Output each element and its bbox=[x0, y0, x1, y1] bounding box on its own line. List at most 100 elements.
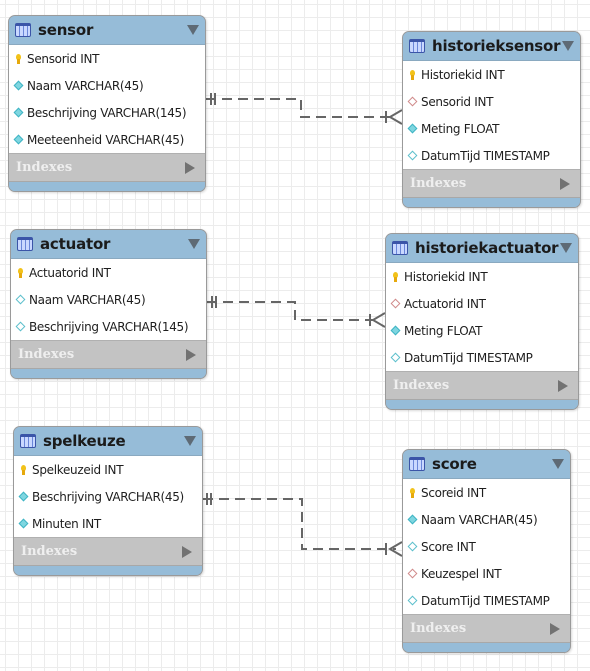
column-label: Meeteenheid VARCHAR(45) bbox=[27, 132, 185, 147]
column-row[interactable]: Score INT bbox=[403, 533, 570, 560]
table-actuator[interactable]: actuator Actuatorid INT Naam VARCHAR(45)… bbox=[10, 229, 207, 379]
nullable-column-icon bbox=[408, 542, 418, 552]
column-label: Score INT bbox=[421, 539, 476, 554]
column-row[interactable]: Beschrijving VARCHAR(45) bbox=[14, 483, 202, 510]
table-header[interactable]: historieksensor bbox=[403, 32, 580, 61]
primary-key-icon bbox=[19, 464, 29, 475]
column-row[interactable]: DatumTijd TIMESTAMP bbox=[403, 587, 570, 614]
column-row[interactable]: Minuten INT bbox=[14, 510, 202, 537]
indexes-section[interactable]: Indexes bbox=[386, 371, 578, 400]
table-icon bbox=[409, 39, 425, 53]
nullable-column-icon bbox=[408, 596, 418, 606]
column-label: DatumTijd TIMESTAMP bbox=[404, 350, 533, 365]
table-name: historiekactuator bbox=[415, 239, 559, 257]
not-null-column-icon bbox=[19, 519, 29, 529]
primary-key-icon bbox=[408, 487, 418, 498]
primary-key-icon bbox=[391, 271, 401, 282]
indexes-label: Indexes bbox=[410, 176, 467, 191]
table-name: actuator bbox=[40, 235, 111, 253]
table-icon bbox=[17, 237, 33, 251]
expand-arrow-icon[interactable] bbox=[186, 348, 196, 361]
relationship-actuator-historiekactuator[interactable] bbox=[207, 296, 386, 328]
column-label: Beschrijving VARCHAR(145) bbox=[29, 319, 189, 334]
collapse-toggle-icon[interactable] bbox=[560, 243, 572, 253]
indexes-section[interactable]: Indexes bbox=[11, 340, 206, 369]
indexes-label: Indexes bbox=[393, 378, 450, 393]
column-list: Sensorid INT Naam VARCHAR(45) Beschrijvi… bbox=[9, 45, 205, 153]
collapse-toggle-icon[interactable] bbox=[184, 436, 196, 446]
not-null-column-icon bbox=[14, 81, 24, 91]
not-null-column-icon bbox=[19, 492, 29, 502]
table-historiekactuator[interactable]: historiekactuator Historiekid INT Actuat… bbox=[385, 233, 579, 410]
column-row[interactable]: Spelkeuzeid INT bbox=[14, 456, 202, 483]
column-label: Keuzespel INT bbox=[421, 566, 502, 581]
column-row[interactable]: Sensorid INT bbox=[9, 45, 205, 72]
table-spelkeuze[interactable]: spelkeuze Spelkeuzeid INT Beschrijving V… bbox=[13, 426, 203, 576]
column-row[interactable]: Historiekid INT bbox=[403, 61, 580, 88]
collapse-toggle-icon[interactable] bbox=[188, 239, 200, 249]
nullable-column-icon bbox=[16, 295, 26, 305]
not-null-column-icon bbox=[14, 108, 24, 118]
not-null-column-icon bbox=[14, 135, 24, 145]
table-header[interactable]: score bbox=[403, 450, 570, 479]
indexes-label: Indexes bbox=[18, 347, 75, 362]
column-row[interactable]: Naam VARCHAR(45) bbox=[9, 72, 205, 99]
column-row[interactable]: Meeteenheid VARCHAR(45) bbox=[9, 126, 205, 153]
expand-arrow-icon[interactable] bbox=[558, 379, 568, 392]
expand-arrow-icon[interactable] bbox=[560, 177, 570, 190]
expand-arrow-icon[interactable] bbox=[182, 545, 192, 558]
table-sensor[interactable]: sensor Sensorid INT Naam VARCHAR(45) Bes… bbox=[8, 15, 206, 192]
column-row[interactable]: Naam VARCHAR(45) bbox=[11, 286, 206, 313]
column-row[interactable]: Meting FLOAT bbox=[386, 317, 578, 344]
indexes-section[interactable]: Indexes bbox=[9, 153, 205, 182]
indexes-label: Indexes bbox=[21, 544, 78, 559]
column-label: Historiekid INT bbox=[421, 67, 505, 82]
column-row[interactable]: Keuzespel INT bbox=[403, 560, 570, 587]
table-footer bbox=[9, 182, 205, 191]
column-list: Historiekid INT Actuatorid INT Meting FL… bbox=[386, 263, 578, 371]
indexes-section[interactable]: Indexes bbox=[14, 537, 202, 566]
column-list: Scoreid INT Naam VARCHAR(45) Score INT K… bbox=[403, 479, 570, 614]
column-list: Spelkeuzeid INT Beschrijving VARCHAR(45)… bbox=[14, 456, 202, 537]
column-label: Meting FLOAT bbox=[404, 323, 483, 338]
column-row[interactable]: DatumTijd TIMESTAMP bbox=[386, 344, 578, 371]
table-header[interactable]: actuator bbox=[11, 230, 206, 259]
not-null-column-icon bbox=[408, 515, 418, 525]
nullable-column-icon bbox=[408, 151, 418, 161]
table-footer bbox=[386, 400, 578, 409]
indexes-section[interactable]: Indexes bbox=[403, 614, 570, 643]
relationship-spelkeuze-score[interactable] bbox=[203, 493, 403, 557]
column-row[interactable]: Historiekid INT bbox=[386, 263, 578, 290]
column-row[interactable]: Scoreid INT bbox=[403, 479, 570, 506]
table-header[interactable]: historiekactuator bbox=[386, 234, 578, 263]
collapse-toggle-icon[interactable] bbox=[187, 25, 199, 35]
column-row[interactable]: Naam VARCHAR(45) bbox=[403, 506, 570, 533]
table-name: sensor bbox=[38, 21, 94, 39]
table-footer bbox=[403, 198, 580, 207]
nullable-column-icon bbox=[16, 322, 26, 332]
expand-arrow-icon[interactable] bbox=[550, 622, 560, 635]
column-label: Minuten INT bbox=[32, 516, 101, 531]
column-list: Actuatorid INT Naam VARCHAR(45) Beschrij… bbox=[11, 259, 206, 340]
table-header[interactable]: spelkeuze bbox=[14, 427, 202, 456]
column-row[interactable]: Sensorid INT bbox=[403, 88, 580, 115]
column-row[interactable]: DatumTijd TIMESTAMP bbox=[403, 142, 580, 169]
table-header[interactable]: sensor bbox=[9, 16, 205, 45]
collapse-toggle-icon[interactable] bbox=[552, 459, 564, 469]
table-score[interactable]: score Scoreid INT Naam VARCHAR(45) Score… bbox=[402, 449, 571, 653]
column-row[interactable]: Actuatorid INT bbox=[11, 259, 206, 286]
column-row[interactable]: Beschrijving VARCHAR(145) bbox=[11, 313, 206, 340]
column-row[interactable]: Actuatorid INT bbox=[386, 290, 578, 317]
relationship-sensor-historieksensor[interactable] bbox=[206, 93, 403, 125]
table-historieksensor[interactable]: historieksensor Historiekid INT Sensorid… bbox=[402, 31, 581, 208]
column-label: Naam VARCHAR(45) bbox=[27, 78, 144, 93]
column-label: Scoreid INT bbox=[421, 485, 486, 500]
column-row[interactable]: Meting FLOAT bbox=[403, 115, 580, 142]
table-name: historieksensor bbox=[432, 37, 561, 55]
collapse-toggle-icon[interactable] bbox=[562, 41, 574, 51]
column-label: Sensorid INT bbox=[421, 94, 494, 109]
expand-arrow-icon[interactable] bbox=[185, 161, 195, 174]
column-label: DatumTijd TIMESTAMP bbox=[421, 148, 550, 163]
column-row[interactable]: Beschrijving VARCHAR(145) bbox=[9, 99, 205, 126]
indexes-section[interactable]: Indexes bbox=[403, 169, 580, 198]
